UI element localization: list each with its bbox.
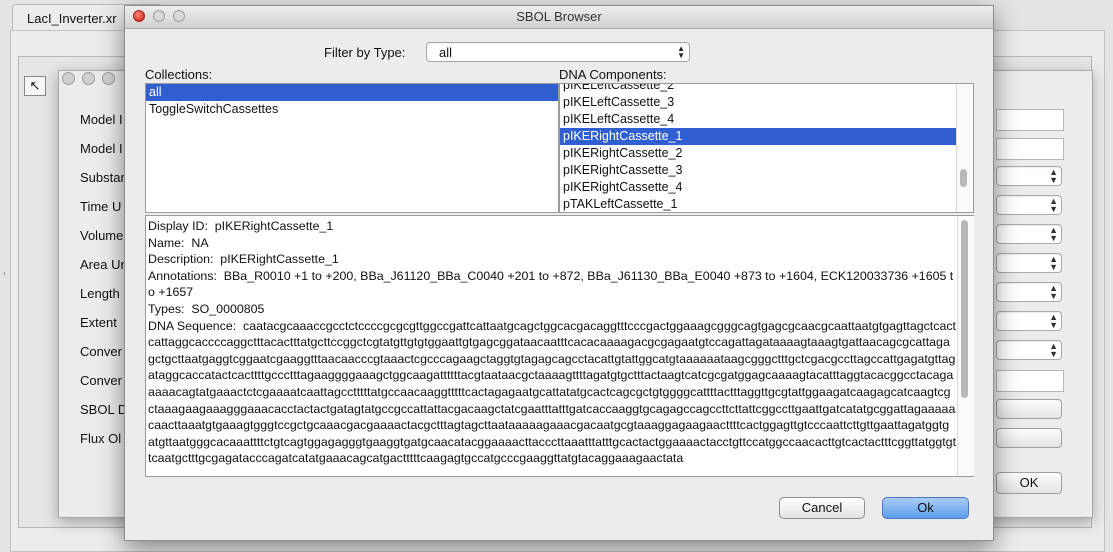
property-label: Time U xyxy=(80,199,122,214)
property-label: Extent xyxy=(80,315,117,330)
list-item[interactable]: pIKELeftCassette_2 xyxy=(560,84,956,94)
model-name-field[interactable] xyxy=(996,138,1064,160)
ok-button[interactable]: Ok xyxy=(882,497,969,519)
property-label: SBOL D xyxy=(80,402,128,417)
volume-units-select[interactable]: ▲ ▼ xyxy=(996,224,1062,244)
property-label: Flux Ol xyxy=(80,431,122,446)
component-details-textarea[interactable]: Display ID: pIKERightCassette_1 Name: NA… xyxy=(145,215,974,477)
collection-item-toggleswitchcassettes[interactable]: ToggleSwitchCassettes xyxy=(146,101,558,118)
list-item-selected[interactable]: pIKERightCassette_1 xyxy=(560,128,956,145)
conversion-field[interactable] xyxy=(996,370,1064,392)
property-label: Conver xyxy=(80,344,122,359)
title-bar[interactable]: SBOL Browser xyxy=(125,6,993,29)
property-label: Volume xyxy=(80,228,124,243)
properties-ok-button[interactable]: OK xyxy=(996,472,1062,494)
list-item[interactable]: pIKELeftCassette_3 xyxy=(560,94,956,111)
filter-type-select[interactable]: all ▲ ▼ xyxy=(426,42,690,62)
dna-components-label: DNA Components: xyxy=(559,67,667,82)
zoom-icon[interactable] xyxy=(102,72,115,85)
components-scrollbar[interactable] xyxy=(956,84,973,212)
list-item[interactable]: pTAKLeftCassette_1 xyxy=(560,196,956,212)
model-properties-window-controls xyxy=(62,72,122,88)
window-title: SBOL Browser xyxy=(516,9,602,24)
close-icon[interactable] xyxy=(62,72,75,85)
filter-label: Filter by Type: xyxy=(324,45,406,60)
details-scroll-thumb[interactable] xyxy=(961,220,968,398)
sbol-button[interactable] xyxy=(996,399,1062,419)
property-label: Conver xyxy=(80,373,122,388)
substance-units-select[interactable]: ▲ ▼ xyxy=(996,166,1062,186)
cancel-button[interactable]: Cancel xyxy=(779,497,865,519)
select-tool-icon[interactable]: ↖ xyxy=(24,76,46,96)
property-label: Model I xyxy=(80,112,123,127)
left-edge-marker: ‹ xyxy=(3,268,6,278)
sbol-browser-dialog: SBOL Browser Filter by Type: all ▲ ▼ Coll… xyxy=(124,5,994,541)
list-item[interactable]: pIKERightCassette_3 xyxy=(560,162,956,179)
collection-item-all[interactable]: all xyxy=(146,84,558,101)
dna-components-list[interactable]: pIKELeftCassette_2 pIKELeftCassette_3 pI… xyxy=(559,83,974,213)
components-scroll-thumb[interactable] xyxy=(960,169,967,187)
property-label: Area Ur xyxy=(80,257,125,272)
time-units-select[interactable]: ▲ ▼ xyxy=(996,195,1062,215)
property-label: Model I xyxy=(80,141,123,156)
area-units-select[interactable]: ▲ ▼ xyxy=(996,253,1062,273)
length-units-select[interactable]: ▲ ▼ xyxy=(996,282,1062,302)
minimize-icon[interactable] xyxy=(82,72,95,85)
list-item[interactable]: pIKERightCassette_2 xyxy=(560,145,956,162)
filter-type-value: all xyxy=(439,45,453,60)
list-item[interactable]: pIKERightCassette_4 xyxy=(560,179,956,196)
list-item[interactable]: pIKELeftCassette_4 xyxy=(560,111,956,128)
conversion-factor-select[interactable]: ▲ ▼ xyxy=(996,340,1062,360)
property-label: Substar xyxy=(80,170,125,185)
component-details-text: Display ID: pIKERightCassette_1 Name: NA… xyxy=(148,219,957,466)
flux-objective-button[interactable] xyxy=(996,428,1062,448)
extent-units-select[interactable]: ▲ ▼ xyxy=(996,311,1062,331)
model-id-field[interactable] xyxy=(996,109,1064,131)
collections-label: Collections: xyxy=(145,67,213,82)
updown-arrows-icon: ▲ ▼ xyxy=(677,44,685,60)
property-label: Length xyxy=(80,286,120,301)
collections-list[interactable]: all ToggleSwitchCassettes xyxy=(145,83,559,213)
